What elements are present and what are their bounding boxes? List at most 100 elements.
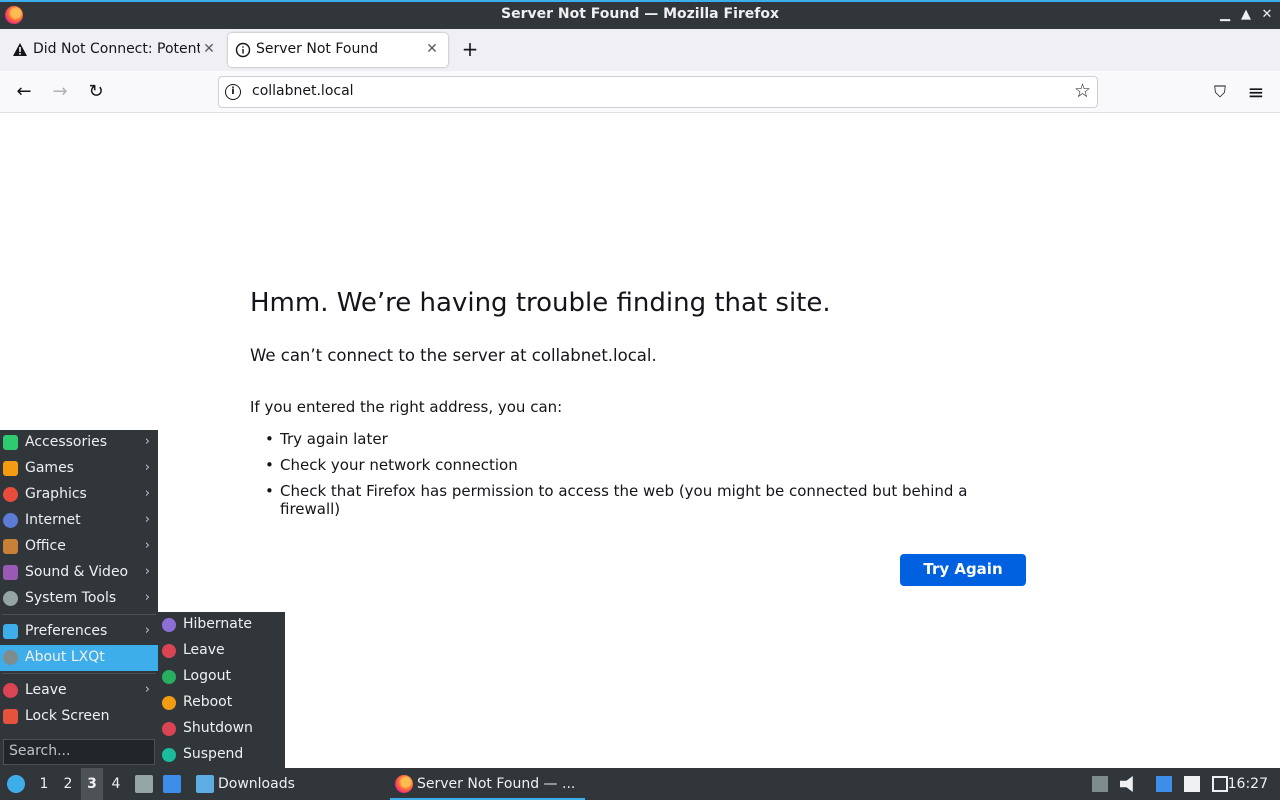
chevron-right-icon: ›: [144, 623, 150, 638]
logout-icon: [162, 670, 176, 684]
leave-icon: [3, 683, 18, 698]
network-icon[interactable]: [1212, 776, 1228, 792]
show-desktop-icon[interactable]: [163, 775, 181, 793]
site-info-icon[interactable]: i: [225, 84, 241, 100]
submenu-item-logout[interactable]: Logout: [158, 664, 285, 690]
forward-button[interactable]: →: [48, 80, 72, 104]
maximize-button[interactable]: ▲: [1237, 5, 1255, 25]
games-icon: [3, 461, 18, 476]
sound-video-icon: [3, 565, 18, 580]
back-button[interactable]: ←: [12, 80, 36, 104]
tab-server-not-found[interactable]: Server Not Found ✕: [228, 33, 448, 67]
suggestion-list: Try again later Check your network conne…: [265, 430, 1000, 526]
desktop-4-button[interactable]: 4: [105, 768, 127, 800]
warning-icon: [13, 43, 27, 56]
menu-item-about-lxqt[interactable]: About LXQt: [0, 645, 158, 671]
clipboard-icon[interactable]: [1184, 776, 1200, 792]
error-content: Hmm. We’re having trouble finding that s…: [250, 288, 1030, 518]
menu-item-accessories[interactable]: Accessories ›: [0, 430, 158, 456]
task-label: Downloads: [218, 776, 295, 792]
folder-icon: [196, 775, 214, 793]
url-text[interactable]: collabnet.local: [252, 83, 354, 99]
close-tab-icon[interactable]: ✕: [424, 40, 440, 58]
submenu-item-shutdown[interactable]: Shutdown: [158, 716, 285, 742]
chevron-right-icon: ›: [144, 564, 150, 579]
app-menu-icon[interactable]: ≡: [1244, 80, 1268, 104]
menu-search-input[interactable]: Search...: [3, 739, 155, 765]
menu-item-leave[interactable]: Leave ›: [0, 678, 158, 704]
office-icon: [3, 539, 18, 554]
error-hint: If you entered the right address, you ca…: [250, 398, 563, 416]
tab-label: Server Not Found: [256, 41, 379, 57]
desktop-1-button[interactable]: 1: [33, 768, 55, 800]
graphics-icon: [3, 487, 18, 502]
menu-item-system-tools[interactable]: System Tools ›: [0, 586, 158, 612]
internet-icon: [3, 513, 18, 528]
leave-submenu: Hibernate Leave Logout Reboot Shutdown S…: [158, 612, 285, 768]
clock[interactable]: 16:27: [1228, 768, 1268, 800]
task-downloads[interactable]: Downloads: [194, 768, 384, 800]
navigation-bar: ← → ↻ i collabnet.local ☆ ⛉ ≡: [0, 71, 1280, 113]
chevron-right-icon: ›: [144, 682, 150, 697]
menu-item-office[interactable]: Office ›: [0, 534, 158, 560]
window-title: Server Not Found — Mozilla Firefox: [500, 6, 780, 22]
menu-item-internet[interactable]: Internet ›: [0, 508, 158, 534]
firefox-icon: [395, 775, 413, 793]
preferences-icon: [3, 624, 18, 639]
chevron-right-icon: ›: [144, 538, 150, 553]
tab-bar: Did Not Connect: Potenti ✕ Server Not Fo…: [0, 29, 1280, 71]
hibernate-icon: [162, 618, 176, 632]
desktop-3-button[interactable]: 3: [81, 768, 103, 800]
accessories-icon: [3, 435, 18, 450]
minimize-button[interactable]: ▁: [1216, 5, 1234, 25]
lxqt-logo-icon: [7, 775, 25, 793]
menu-item-lock-screen[interactable]: Lock Screen: [0, 704, 158, 730]
power-icon: [162, 644, 176, 658]
reboot-icon: [162, 696, 176, 710]
system-tools-icon: [3, 591, 18, 606]
list-item: Check your network connection: [265, 456, 1000, 474]
close-tab-icon[interactable]: ✕: [201, 40, 217, 58]
file-manager-icon[interactable]: [135, 775, 153, 793]
task-firefox[interactable]: Server Not Found — ...: [390, 768, 585, 800]
notification-icon[interactable]: [1156, 776, 1172, 792]
submenu-item-suspend[interactable]: Suspend: [158, 742, 285, 768]
about-icon: [3, 650, 18, 665]
lock-icon: [3, 709, 18, 724]
start-menu-button[interactable]: [4, 768, 28, 800]
error-description: We can’t connect to the server at collab…: [250, 346, 657, 365]
close-window-button[interactable]: ✕: [1258, 5, 1276, 25]
menu-item-games[interactable]: Games ›: [0, 456, 158, 482]
submenu-item-leave[interactable]: Leave: [158, 638, 285, 664]
url-bar[interactable]: i collabnet.local ☆: [218, 76, 1098, 108]
suspend-icon: [162, 748, 176, 762]
list-item: Check that Firefox has permission to acc…: [265, 482, 1000, 518]
submenu-item-hibernate[interactable]: Hibernate: [158, 612, 285, 638]
menu-separator: [2, 673, 156, 674]
tab-label: Did Not Connect: Potenti: [33, 41, 200, 57]
tray-up-arrow-icon[interactable]: [1092, 776, 1108, 792]
submenu-item-reboot[interactable]: Reboot: [158, 690, 285, 716]
try-again-button[interactable]: Try Again: [900, 554, 1026, 586]
chevron-right-icon: ›: [144, 460, 150, 475]
error-title: Hmm. We’re having trouble finding that s…: [250, 288, 831, 318]
taskbar: 1 2 3 4 Downloads Server Not Found — ...…: [0, 768, 1280, 800]
menu-item-preferences[interactable]: Preferences ›: [0, 619, 158, 645]
window-titlebar: Server Not Found — Mozilla Firefox ▁ ▲ ✕: [0, 0, 1280, 29]
shutdown-icon: [162, 722, 176, 736]
desktop-2-button[interactable]: 2: [57, 768, 79, 800]
menu-separator: [2, 614, 156, 615]
tab-did-not-connect[interactable]: Did Not Connect: Potenti ✕: [2, 33, 222, 67]
chevron-right-icon: ›: [144, 434, 150, 449]
bookmark-star-icon[interactable]: ☆: [1074, 80, 1091, 102]
menu-item-sound-video[interactable]: Sound & Video ›: [0, 560, 158, 586]
task-label: Server Not Found — ...: [417, 776, 576, 792]
chevron-right-icon: ›: [144, 486, 150, 501]
lxqt-main-menu: Accessories › Games › Graphics › Interne…: [0, 430, 158, 768]
volume-icon[interactable]: [1120, 776, 1133, 792]
chevron-right-icon: ›: [144, 590, 150, 605]
new-tab-button[interactable]: +: [459, 38, 481, 60]
pocket-icon[interactable]: ⛉: [1208, 80, 1232, 104]
reload-button[interactable]: ↻: [84, 80, 108, 104]
menu-item-graphics[interactable]: Graphics ›: [0, 482, 158, 508]
